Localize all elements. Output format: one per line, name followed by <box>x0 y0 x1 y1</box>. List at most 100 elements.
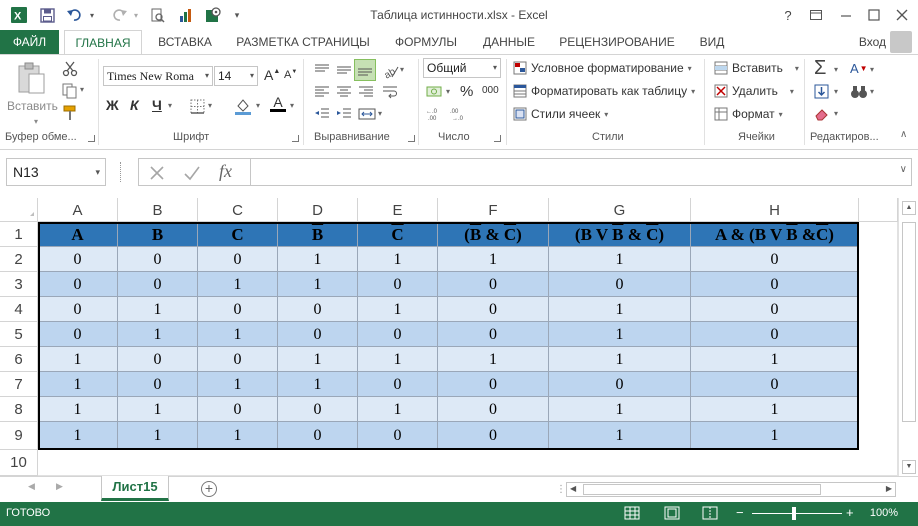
italic-button[interactable]: К <box>130 97 139 113</box>
tab-review[interactable]: РЕЦЕНЗИРОВАНИЕ <box>552 30 682 54</box>
maximize-icon[interactable] <box>862 4 886 26</box>
row-header-8[interactable]: 8 <box>0 397 38 422</box>
cell-styles-button[interactable]: Стили ячеек ▾ <box>513 107 608 121</box>
empty-column-i[interactable] <box>859 222 898 450</box>
cut-icon[interactable] <box>62 61 78 77</box>
clear-dropdown-icon[interactable]: ▾ <box>834 109 838 118</box>
cell-g4[interactable]: 1 <box>549 297 691 322</box>
cell-a9[interactable]: 1 <box>38 422 118 450</box>
merge-dropdown-icon[interactable]: ▾ <box>378 109 382 118</box>
delete-cells-button[interactable]: Удалить ▾ <box>714 84 794 98</box>
cell-f9[interactable]: 0 <box>438 422 549 450</box>
column-header-g[interactable]: G <box>549 198 691 222</box>
add-sheet-button[interactable]: + <box>201 481 217 497</box>
cell-c8[interactable]: 0 <box>198 397 278 422</box>
cell-a4[interactable]: 0 <box>38 297 118 322</box>
empty-row-10[interactable] <box>38 450 898 476</box>
zoom-slider-track[interactable] <box>752 513 842 514</box>
align-middle-icon[interactable] <box>336 63 352 77</box>
row-header-6[interactable]: 6 <box>0 347 38 372</box>
merge-center-icon[interactable] <box>358 107 376 121</box>
row-header-1[interactable]: 1 <box>0 222 38 247</box>
cell-a3[interactable]: 0 <box>38 272 118 297</box>
collapse-ribbon-icon[interactable]: ∧ <box>900 129 907 140</box>
align-center-icon[interactable] <box>336 85 352 99</box>
cell-c6[interactable]: 0 <box>198 347 278 372</box>
copy-icon[interactable] <box>62 83 78 99</box>
column-header-b[interactable]: B <box>118 198 198 222</box>
zoom-level[interactable]: 100% <box>870 507 898 519</box>
cell-f6[interactable]: 1 <box>438 347 549 372</box>
borders-icon[interactable] <box>190 99 205 114</box>
paste-icon[interactable] <box>16 61 46 95</box>
orientation-dropdown-icon[interactable]: ▾ <box>400 65 404 74</box>
copy-dropdown-icon[interactable]: ▾ <box>80 85 84 94</box>
sheet-tab-active[interactable]: Лист15 <box>101 476 169 501</box>
cell-d5[interactable]: 0 <box>278 322 358 347</box>
cell-h5[interactable]: 0 <box>691 322 859 347</box>
cell-h2[interactable]: 0 <box>691 247 859 272</box>
decrease-decimal-icon[interactable]: .00 →.0 <box>450 107 470 121</box>
horizontal-scrollbar[interactable]: ◀ ▶ <box>566 482 896 497</box>
cell-b3[interactable]: 0 <box>118 272 198 297</box>
sort-filter-button[interactable]: А ▼ <box>850 61 868 76</box>
tab-insert[interactable]: ВСТАВКА <box>150 30 220 54</box>
column-header-a[interactable]: A <box>38 198 118 222</box>
column-header-h[interactable]: H <box>691 198 859 222</box>
row-header-4[interactable]: 4 <box>0 297 38 322</box>
bold-button[interactable]: Ж <box>106 97 119 113</box>
cell-b4[interactable]: 1 <box>118 297 198 322</box>
row-header-10[interactable]: 10 <box>0 450 38 476</box>
cell-g9[interactable]: 1 <box>549 422 691 450</box>
column-header-c[interactable]: C <box>198 198 278 222</box>
wrap-text-icon[interactable] <box>382 85 398 99</box>
cell-h8[interactable]: 1 <box>691 397 859 422</box>
font-name-select[interactable]: Times New Roma ▾ <box>103 66 213 86</box>
borders-dropdown-icon[interactable]: ▾ <box>208 101 212 110</box>
header-cell-a[interactable]: A <box>38 222 118 247</box>
cell-d4[interactable]: 0 <box>278 297 358 322</box>
horizontal-scroll-thumb[interactable] <box>583 484 821 495</box>
enter-icon[interactable] <box>183 165 201 184</box>
cell-e7[interactable]: 0 <box>358 372 438 397</box>
zoom-in-button[interactable]: + <box>846 505 854 520</box>
font-size-select[interactable]: 14 ▾ <box>214 66 258 86</box>
font-color-button[interactable]: A <box>270 95 286 112</box>
font-dialog-launcher[interactable] <box>292 135 299 142</box>
close-icon[interactable] <box>890 4 914 26</box>
tab-formulas[interactable]: ФОРМУЛЫ <box>386 30 466 54</box>
cell-g6[interactable]: 1 <box>549 347 691 372</box>
vertical-scroll-thumb[interactable] <box>902 222 916 422</box>
help-button[interactable]: ? <box>776 4 800 26</box>
cell-g5[interactable]: 1 <box>549 322 691 347</box>
page-break-view-icon[interactable] <box>702 506 718 523</box>
cell-f3[interactable]: 0 <box>438 272 549 297</box>
increase-decimal-icon[interactable]: ←.0.00 <box>426 107 446 121</box>
cell-h9[interactable]: 1 <box>691 422 859 450</box>
decrease-indent-icon[interactable] <box>314 107 330 121</box>
zoom-out-button[interactable]: − <box>736 505 744 520</box>
column-header-e[interactable]: E <box>358 198 438 222</box>
cell-c2[interactable]: 0 <box>198 247 278 272</box>
row-header-2[interactable]: 2 <box>0 247 38 272</box>
insert-cells-button[interactable]: Вставить ▾ <box>714 61 799 75</box>
cell-e9[interactable]: 0 <box>358 422 438 450</box>
scroll-left-icon[interactable]: ◀ <box>570 484 576 493</box>
header-cell-f[interactable]: (B & C) <box>438 222 549 247</box>
insert-function-button[interactable]: fx <box>219 161 232 182</box>
tab-file[interactable]: ФАЙЛ <box>0 30 59 54</box>
cell-e3[interactable]: 0 <box>358 272 438 297</box>
cell-e8[interactable]: 1 <box>358 397 438 422</box>
find-dropdown-icon[interactable]: ▾ <box>870 87 874 96</box>
currency-dropdown-icon[interactable]: ▾ <box>446 87 450 96</box>
sort-dropdown-icon[interactable]: ▾ <box>870 65 874 74</box>
align-bottom-icon[interactable] <box>354 59 376 81</box>
cell-a8[interactable]: 1 <box>38 397 118 422</box>
clipboard-dialog-launcher[interactable] <box>88 135 95 142</box>
cell-h4[interactable]: 0 <box>691 297 859 322</box>
row-header-5[interactable]: 5 <box>0 322 38 347</box>
cell-f5[interactable]: 0 <box>438 322 549 347</box>
cell-b8[interactable]: 1 <box>118 397 198 422</box>
conditional-formatting-button[interactable]: Условное форматирование ▾ <box>513 61 692 75</box>
select-all-button[interactable] <box>0 198 38 222</box>
